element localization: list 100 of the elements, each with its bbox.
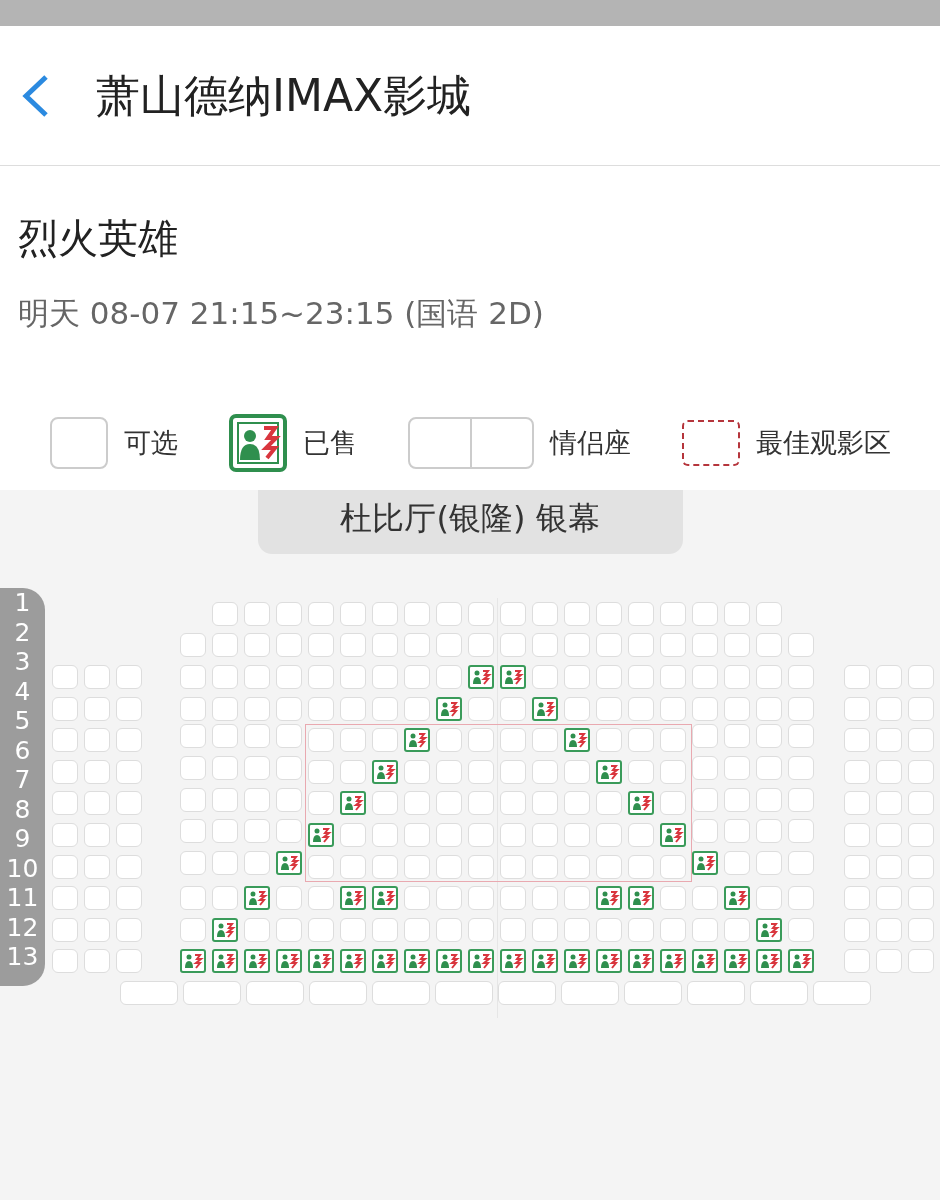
seat[interactable] (276, 886, 302, 911)
seat[interactable] (308, 917, 334, 942)
seat[interactable] (628, 728, 654, 753)
seat[interactable] (84, 759, 110, 784)
seat[interactable] (468, 696, 494, 721)
sold-seat[interactable] (532, 696, 558, 721)
seat[interactable] (628, 601, 654, 626)
seat[interactable] (116, 917, 142, 942)
seat[interactable] (404, 854, 430, 879)
seat[interactable] (596, 791, 622, 816)
seat[interactable] (660, 728, 686, 753)
seat[interactable] (756, 601, 782, 626)
seat[interactable] (372, 665, 398, 689)
seat[interactable] (788, 917, 814, 942)
couple-seat[interactable] (624, 980, 682, 1005)
seat[interactable] (876, 696, 902, 721)
sold-seat[interactable] (596, 949, 622, 974)
seat[interactable] (628, 759, 654, 784)
seat[interactable] (116, 791, 142, 816)
seat[interactable] (844, 917, 870, 942)
couple-seat[interactable] (120, 980, 178, 1005)
seat[interactable] (180, 665, 206, 689)
seat[interactable] (84, 728, 110, 753)
seat[interactable] (788, 665, 814, 689)
sold-seat[interactable] (468, 949, 494, 974)
seat[interactable] (308, 696, 334, 721)
seat[interactable] (756, 787, 782, 812)
sold-seat[interactable] (660, 822, 686, 847)
seat[interactable] (404, 917, 430, 942)
couple-seat[interactable] (309, 980, 367, 1005)
seat[interactable] (532, 886, 558, 911)
seat[interactable] (876, 822, 902, 847)
seat[interactable] (212, 755, 238, 780)
seat[interactable] (500, 696, 526, 721)
seat[interactable] (84, 949, 110, 974)
seat[interactable] (692, 886, 718, 911)
seat[interactable] (500, 633, 526, 658)
seat[interactable] (116, 759, 142, 784)
sold-seat[interactable] (724, 949, 750, 974)
seat[interactable] (212, 886, 238, 911)
seat[interactable] (212, 633, 238, 658)
seat[interactable] (564, 601, 590, 626)
seat[interactable] (468, 759, 494, 784)
seat[interactable] (660, 886, 686, 911)
seat[interactable] (908, 886, 934, 911)
seat[interactable] (212, 724, 238, 749)
seat[interactable] (244, 819, 270, 844)
seat[interactable] (876, 728, 902, 753)
seat[interactable] (308, 665, 334, 689)
seat[interactable] (724, 787, 750, 812)
sold-seat[interactable] (628, 791, 654, 816)
seat[interactable] (596, 917, 622, 942)
seat[interactable] (660, 917, 686, 942)
sold-seat[interactable] (628, 886, 654, 911)
seat[interactable] (876, 759, 902, 784)
seat[interactable] (788, 633, 814, 658)
seat[interactable] (564, 917, 590, 942)
sold-seat[interactable] (692, 949, 718, 974)
seat[interactable] (308, 633, 334, 658)
seat[interactable] (276, 665, 302, 689)
seat[interactable] (116, 949, 142, 974)
seat[interactable] (628, 854, 654, 879)
seat[interactable] (692, 696, 718, 721)
seat[interactable] (844, 791, 870, 816)
seat[interactable] (692, 724, 718, 749)
seat[interactable] (308, 886, 334, 911)
seat[interactable] (276, 601, 302, 626)
seat[interactable] (212, 601, 238, 626)
couple-seat[interactable] (561, 980, 619, 1005)
sold-seat[interactable] (564, 949, 590, 974)
seat[interactable] (116, 665, 142, 689)
sold-seat[interactable] (340, 791, 366, 816)
seat[interactable] (844, 886, 870, 911)
sold-seat[interactable] (276, 949, 302, 974)
seat[interactable] (404, 759, 430, 784)
seat[interactable] (788, 755, 814, 780)
seat[interactable] (436, 633, 462, 658)
seat[interactable] (564, 791, 590, 816)
seat[interactable] (372, 791, 398, 816)
seat[interactable] (756, 755, 782, 780)
seat[interactable] (468, 601, 494, 626)
seat[interactable] (724, 665, 750, 689)
seat[interactable] (244, 755, 270, 780)
seat[interactable] (468, 886, 494, 911)
seat[interactable] (52, 791, 78, 816)
seat[interactable] (628, 822, 654, 847)
seat[interactable] (660, 696, 686, 721)
sold-seat[interactable] (788, 949, 814, 974)
seat[interactable] (340, 633, 366, 658)
seat[interactable] (876, 854, 902, 879)
sold-seat[interactable] (468, 665, 494, 689)
seat[interactable] (180, 819, 206, 844)
seat[interactable] (844, 728, 870, 753)
seat[interactable] (372, 854, 398, 879)
seat[interactable] (52, 822, 78, 847)
sold-seat[interactable] (532, 949, 558, 974)
seat[interactable] (908, 759, 934, 784)
seat[interactable] (844, 759, 870, 784)
seat[interactable] (692, 787, 718, 812)
seat[interactable] (212, 787, 238, 812)
